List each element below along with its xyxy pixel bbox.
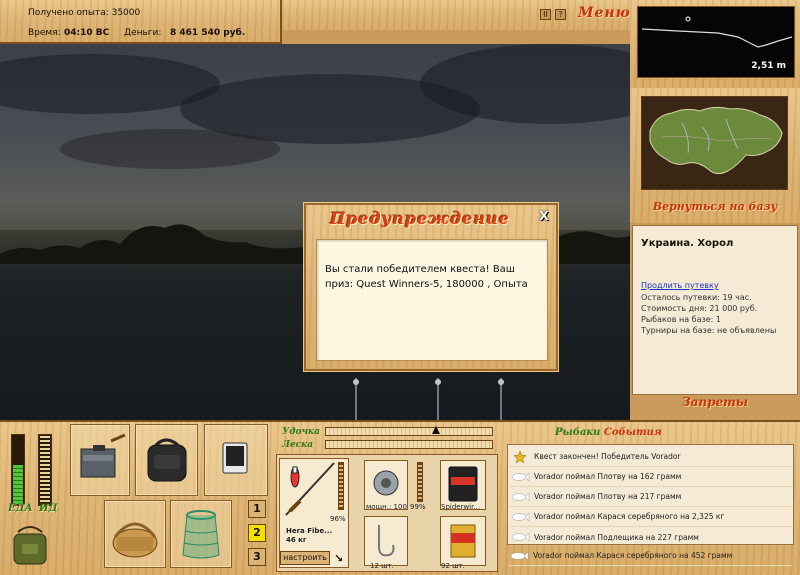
hook-icon	[378, 525, 395, 557]
event-text: Vorador поймал Карася серебряного на 2,3…	[534, 512, 725, 521]
permit-remaining: Осталось путевки: 19 час.	[641, 293, 752, 302]
fish-icon	[510, 490, 530, 504]
line-spool-icon	[448, 466, 478, 502]
fish-icon	[510, 470, 530, 484]
reel-info: мощн.: 100	[366, 503, 407, 511]
day-cost: Стоимость дня: 21 000 руб.	[641, 304, 758, 313]
drink-meter-scale	[40, 436, 50, 504]
keepnet-slot[interactable]	[170, 500, 232, 568]
list-item: Vorador поймал Карася серебряного на 452…	[509, 546, 792, 566]
hooks-count: 12 шт.	[370, 562, 394, 570]
rod-tip-2[interactable]	[434, 378, 442, 422]
star-icon	[510, 449, 530, 464]
pause-button[interactable]: II	[540, 9, 551, 20]
slot-button-2[interactable]: 2	[248, 524, 266, 542]
xp-label: Получено опыта: 35000	[28, 8, 141, 18]
tension-marker-icon	[432, 426, 440, 434]
money-value: 8 461 540 руб.	[170, 28, 246, 38]
ukraine-map	[649, 106, 783, 175]
food-meter	[11, 434, 25, 506]
slot-button-3[interactable]: 3	[248, 548, 266, 566]
top-icons: II ?	[540, 9, 566, 20]
return-to-base-button[interactable]: Вернуться на базу	[630, 200, 800, 213]
list-item: Vorador поймал Плотву на 162 грамм	[510, 467, 793, 487]
basket-slot[interactable]	[104, 500, 166, 568]
time-label: Время:	[28, 28, 61, 38]
food-label: ЕДА	[8, 503, 33, 514]
rod-pct: 96%	[330, 515, 346, 523]
time-money-row: Время: 04:10 ВС Деньги: 8 461 540 руб.	[28, 28, 245, 38]
echo-sounder-slot[interactable]	[204, 424, 268, 496]
line-tension-bar	[325, 440, 493, 449]
location-title: Украина. Хорол	[641, 238, 734, 249]
list-item: Квест закончен! Победитель Vorador	[510, 447, 793, 467]
bait-slot[interactable]	[440, 516, 486, 566]
slot-button-1[interactable]: 1	[248, 500, 266, 518]
extend-permit-link[interactable]: Продлить путевку	[641, 281, 719, 290]
events-title: Рыбаки События	[555, 427, 662, 438]
event-text: Vorador поймал Плотву на 217 грамм	[534, 492, 682, 501]
line-name: Spiderwir...	[441, 503, 481, 511]
drink-label: ИД	[39, 503, 58, 514]
rod-wear-bar	[338, 462, 344, 510]
rod-tip-3[interactable]	[497, 378, 505, 422]
rod-tip-1[interactable]	[352, 378, 360, 422]
bait-count: 92 шт.	[441, 562, 465, 570]
basket-icon	[112, 522, 158, 558]
menu-button[interactable]: Меню	[578, 5, 631, 21]
rod-tension-label: Удочка	[282, 427, 320, 437]
list-item: Vorador поймал Плотву на 217 грамм	[510, 487, 793, 507]
warning-dialog: Предупреждение X Вы стали победителем кв…	[304, 203, 558, 371]
depth-profile[interactable]: 2,51 m	[637, 6, 795, 78]
bait-icon	[450, 524, 476, 558]
setup-button[interactable]: настроить	[280, 551, 330, 565]
base-info-panel: Украина. Хорол Продлить путевку Осталось…	[632, 225, 798, 395]
reel-wear-bar	[417, 462, 423, 502]
echo-sounder-icon	[222, 442, 248, 474]
list-item: Vorador поймал Карася серебряного на 2,3…	[510, 507, 793, 527]
events-title-events[interactable]: События	[604, 427, 662, 438]
region-map[interactable]	[641, 96, 788, 190]
money-label: Деньги:	[124, 28, 162, 38]
event-text: Vorador поймал Плотву на 162 грамм	[534, 472, 682, 481]
time-value: 04:10 ВС	[64, 28, 110, 38]
backpack-slot[interactable]	[135, 424, 198, 496]
food-meter-fill	[13, 465, 23, 504]
event-text: Vorador поймал Карася серебряного на 452…	[533, 551, 733, 560]
fish-icon	[510, 530, 530, 544]
rod-weight: 46 кг	[286, 536, 307, 544]
line-tension-label: Леска	[282, 440, 314, 450]
tackle-box-slot[interactable]	[70, 424, 130, 496]
bans-button[interactable]: Запреты	[630, 395, 800, 409]
help-button[interactable]: ?	[555, 9, 566, 20]
close-icon[interactable]: X	[538, 210, 550, 222]
tackle-box-icon	[80, 433, 126, 478]
arrow-icon[interactable]: ↘	[334, 552, 343, 565]
fish-icon	[509, 549, 529, 563]
drink-meter	[38, 434, 52, 506]
anglers-count: Рыбаков на базе: 1	[641, 315, 721, 324]
events-title-anglers[interactable]: Рыбаки	[555, 427, 600, 438]
reel-pct: 99%	[410, 503, 426, 511]
rod-name: Hera Fibe...	[286, 527, 333, 535]
player-stats-panel: Получено опыта: 35000 Время: 04:10 ВС Де…	[0, 0, 282, 44]
reel-icon	[373, 470, 399, 496]
hooks-slot[interactable]	[364, 516, 408, 566]
depth-value: 2,51 m	[751, 61, 786, 71]
events-list: Квест закончен! Победитель Vorador Vorad…	[507, 444, 794, 545]
backpack-icon	[147, 438, 187, 482]
list-item: Vorador поймал Подлещика на 227 грамм	[510, 527, 793, 547]
dialog-title: Предупреждение	[330, 209, 510, 228]
event-text: Vorador поймал Подлещика на 227 грамм	[534, 532, 699, 542]
dialog-message: Вы стали победителем квеста! Ваш приз: Q…	[316, 239, 548, 361]
cloud	[60, 129, 280, 169]
keepnet-icon	[182, 510, 220, 559]
event-text: Квест закончен! Победитель Vorador	[534, 452, 681, 461]
bag-icon[interactable]	[10, 522, 50, 568]
rod-tension-bar	[325, 427, 493, 436]
fish-icon	[510, 510, 530, 524]
tournaments-status: Турниры на базе: не объявлены	[641, 326, 777, 335]
